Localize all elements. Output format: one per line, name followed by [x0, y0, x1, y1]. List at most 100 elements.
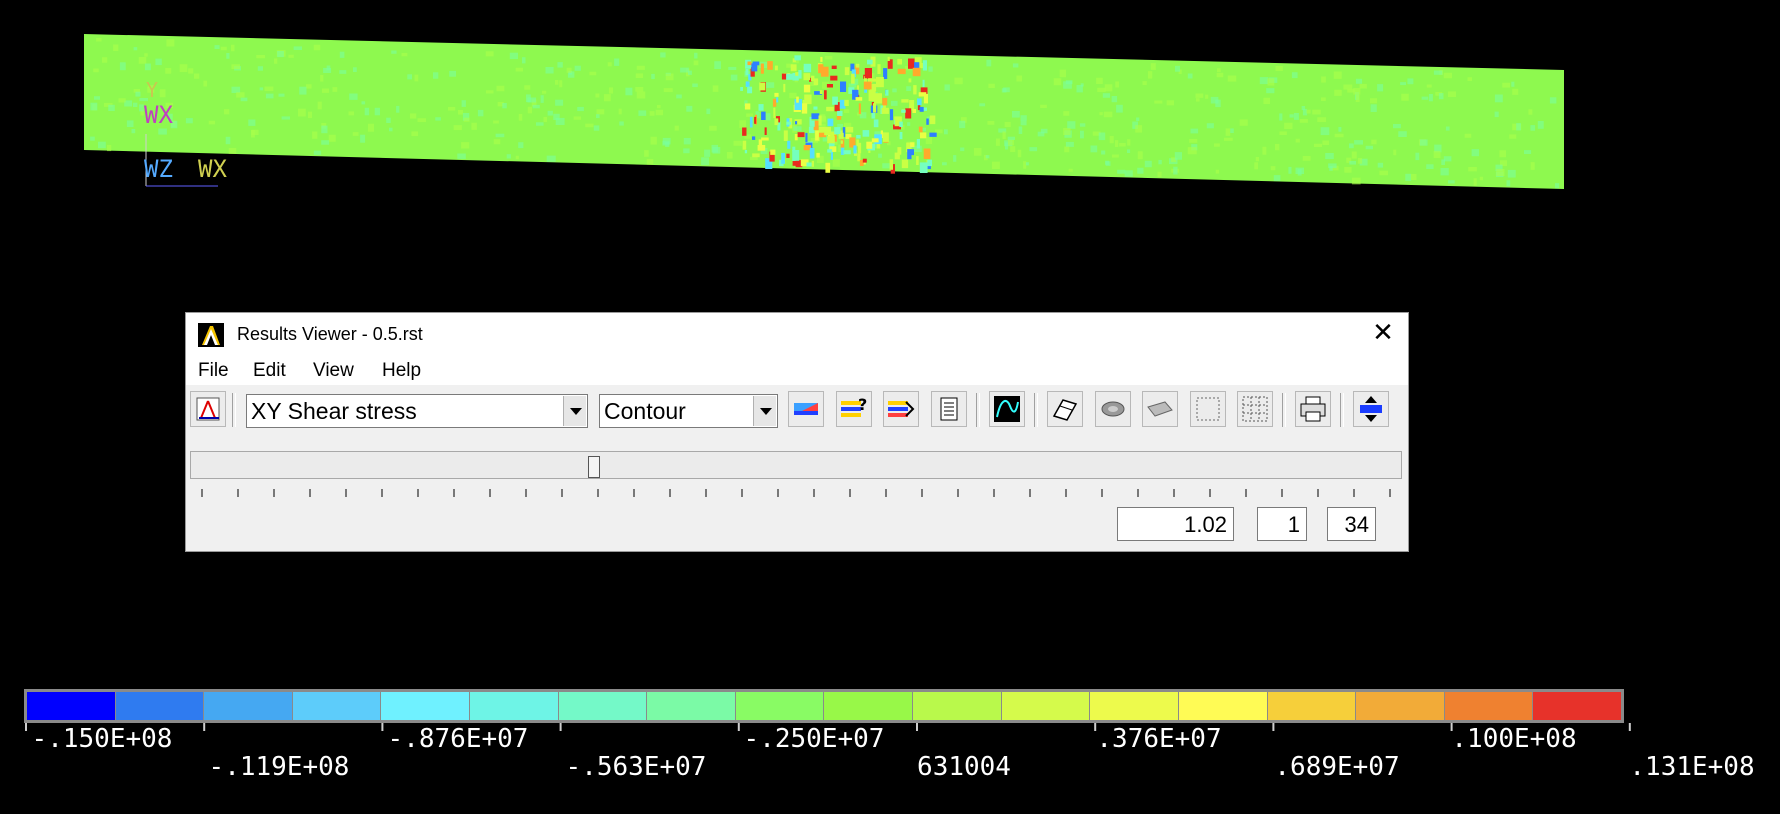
contour-speckle [1322, 140, 1330, 146]
contour-speckle [589, 71, 597, 76]
contour-speckle [1214, 143, 1220, 147]
print-icon[interactable] [1295, 391, 1331, 427]
toolbar: XY Shear stress Contour ? [186, 385, 1408, 435]
menu-edit[interactable]: Edit [253, 360, 286, 382]
contour-speckle [603, 94, 611, 102]
contour-speckle [131, 129, 136, 134]
menu-help[interactable]: Help [382, 360, 421, 382]
contour-speckle [506, 154, 511, 159]
contour-speckle [746, 113, 754, 117]
color-legend-bar [24, 689, 1624, 723]
contour-speckle [1254, 162, 1258, 170]
contour-speckle [1321, 97, 1326, 101]
contour-speckle [1524, 150, 1532, 154]
contour-speckle [644, 150, 649, 157]
contour-speckle [407, 74, 412, 80]
contour-speckle [321, 88, 330, 93]
stress-concentration-speckle [897, 58, 902, 65]
stress-concentration-speckle [792, 161, 799, 166]
contour-speckle [231, 64, 241, 70]
contour-speckle [1279, 131, 1287, 135]
menu-view[interactable]: View [313, 360, 354, 382]
stress-concentration-speckle [826, 107, 834, 112]
contour-speckle [1357, 157, 1363, 164]
time-slider-track[interactable] [190, 451, 1402, 479]
cap-surface-icon[interactable] [1095, 391, 1131, 427]
contour-speckle [1320, 127, 1330, 136]
contour-speckle [1020, 115, 1027, 121]
stress-concentration-speckle [745, 81, 750, 87]
title-bar[interactable]: Results Viewer - 0.5.rst ✕ [186, 313, 1408, 353]
contour-speckle [1440, 168, 1449, 176]
grid-fine-icon[interactable] [1237, 391, 1273, 427]
contour-speckle [573, 116, 582, 120]
contour-speckle [349, 93, 358, 100]
contour-speckle [1297, 169, 1302, 176]
contour-speckle [789, 92, 797, 99]
stress-concentration-speckle [752, 136, 756, 140]
close-icon[interactable]: ✕ [1368, 317, 1398, 347]
menu-file[interactable]: File [198, 360, 229, 382]
animate-icon[interactable] [883, 391, 919, 427]
contour-speckle [1421, 96, 1429, 100]
contour-speckle [1371, 139, 1377, 145]
contour-speckle [448, 106, 456, 111]
set-count-field[interactable]: 34 [1327, 507, 1376, 541]
contour-speckle [389, 127, 393, 132]
contour-speckle [457, 153, 466, 159]
contour-speckle [574, 65, 581, 71]
contour-speckle [118, 98, 126, 103]
chevron-down-icon[interactable] [753, 396, 776, 426]
contour-speckle [1506, 180, 1511, 187]
plot-style-select[interactable]: Contour [599, 394, 778, 428]
contour-speckle [453, 125, 462, 131]
toolbar-separator [976, 393, 980, 427]
contour-speckle [1334, 89, 1342, 96]
contour-speckle [1502, 82, 1511, 88]
stress-concentration-speckle [758, 104, 764, 111]
triad-icon[interactable] [190, 391, 226, 427]
contour-speckle [133, 102, 138, 107]
contour-speckle [226, 53, 230, 59]
contour-speckle [906, 86, 912, 91]
viewer-settings-icon[interactable] [1353, 391, 1389, 427]
chevron-down-icon[interactable] [563, 396, 586, 426]
contour-speckle [665, 73, 674, 81]
time-value-field[interactable]: 1.02 [1117, 507, 1234, 541]
contour-speckle [726, 152, 733, 159]
stress-concentration-speckle [818, 64, 824, 74]
stress-concentration-speckle [767, 61, 773, 70]
contour-speckle [1065, 141, 1074, 147]
results-viewer-window[interactable]: Results Viewer - 0.5.rst ✕ File Edit Vie… [186, 313, 1408, 551]
contour-speckle [1353, 88, 1361, 95]
contour-speckle [988, 83, 995, 88]
stress-concentration-speckle [764, 127, 767, 135]
list-results-icon[interactable] [931, 391, 967, 427]
contour-speckle [714, 61, 721, 69]
stress-concentration-speckle [843, 150, 851, 155]
contour-speckle [960, 147, 965, 152]
stress-concentration-speckle [922, 60, 927, 71]
contour-speckle [527, 106, 532, 114]
stress-concentration-speckle [811, 113, 820, 120]
stress-concentration-speckle [908, 78, 912, 83]
grid-dots-icon[interactable] [1190, 391, 1226, 427]
set-number-field[interactable]: 1 [1257, 507, 1307, 541]
contour-speckle [1467, 77, 1472, 81]
time-slider-thumb[interactable] [588, 456, 600, 478]
contour-speckle [1018, 126, 1023, 134]
query-icon[interactable]: ? [836, 391, 872, 427]
contour-speckle [391, 50, 397, 54]
stress-concentration-speckle [790, 64, 797, 72]
graph-icon[interactable] [989, 391, 1025, 427]
stress-concentration-speckle [864, 89, 867, 93]
contour-speckle [433, 72, 439, 79]
contour-speckle [527, 97, 537, 103]
slice-icon[interactable] [1142, 391, 1178, 427]
contour-speckle [1098, 132, 1106, 141]
eraser-icon[interactable] [1047, 391, 1083, 427]
contour-speckle [651, 73, 655, 80]
contour-speckle [959, 120, 966, 129]
contour-plot-icon[interactable] [788, 391, 824, 427]
result-item-select[interactable]: XY Shear stress [246, 394, 588, 428]
